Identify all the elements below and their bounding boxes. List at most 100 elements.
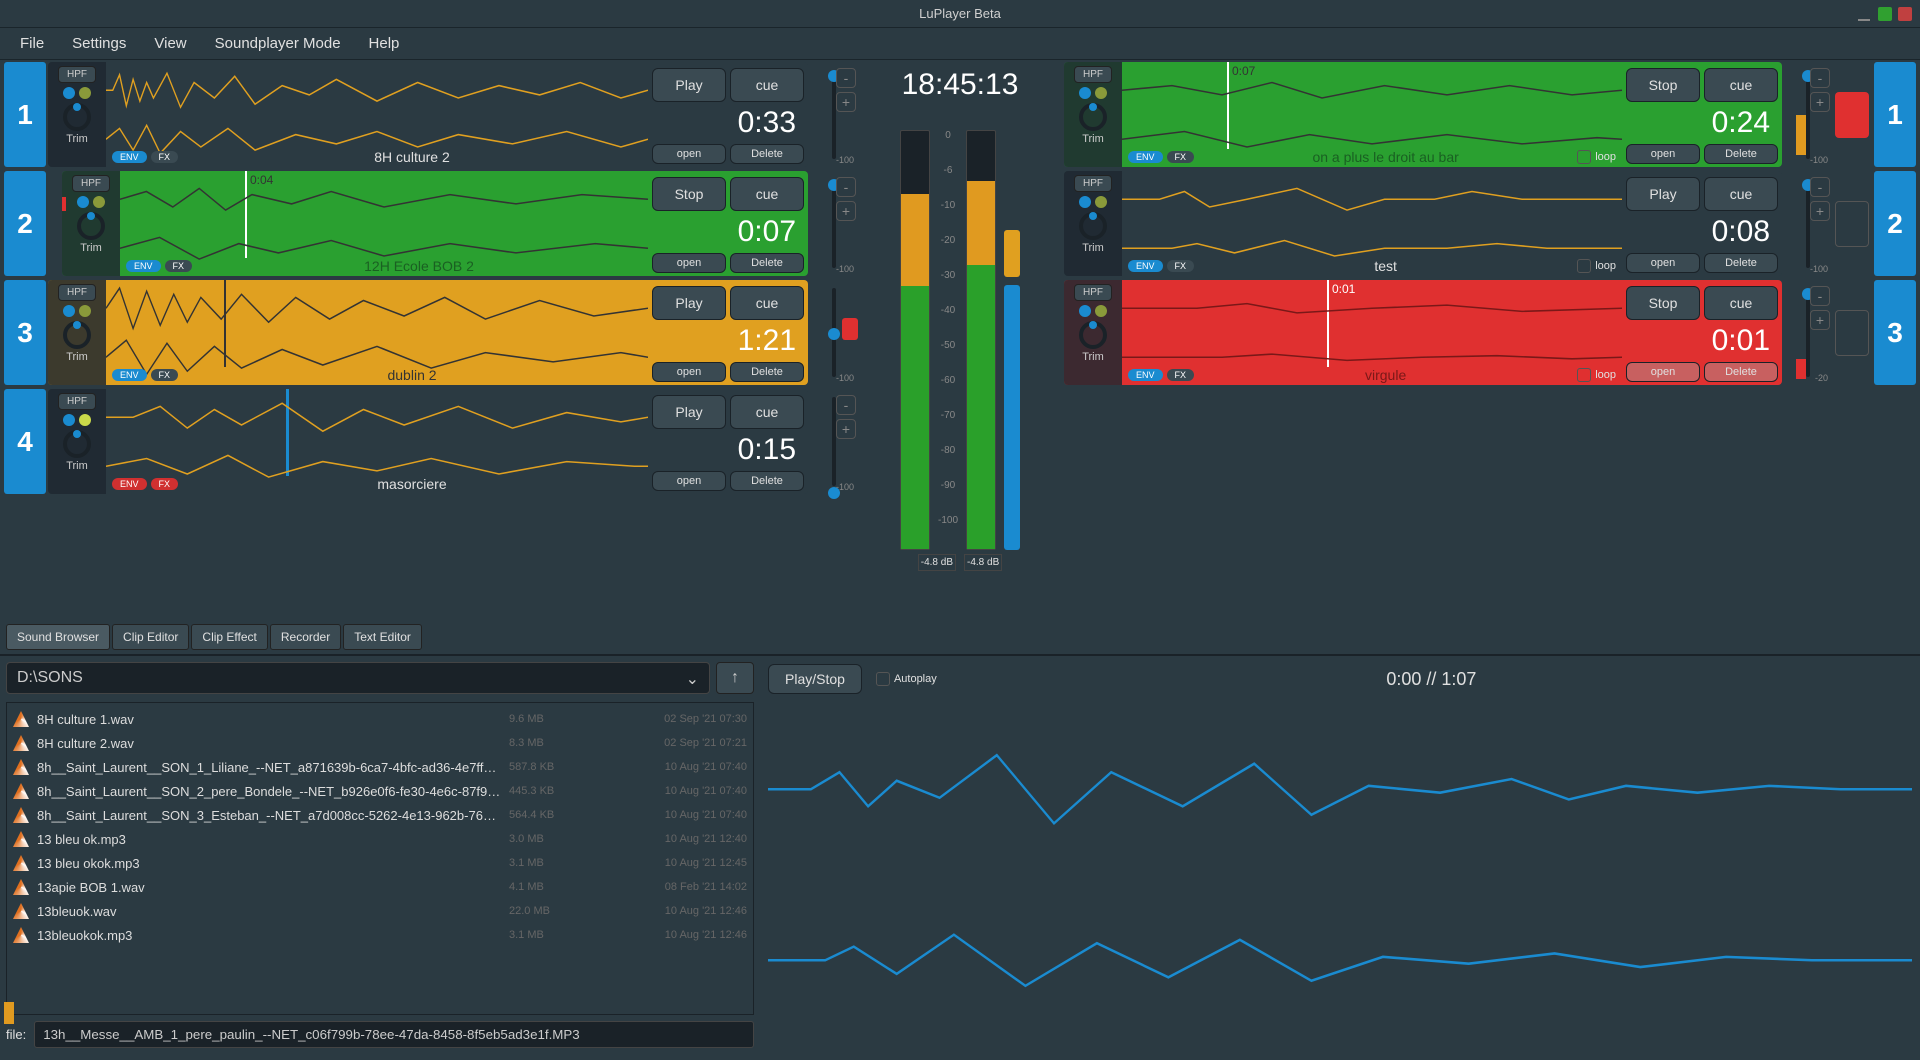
hpf-button[interactable]: HPF: [1074, 66, 1112, 83]
delete-button[interactable]: Delete: [730, 362, 804, 382]
hpf-button[interactable]: HPF: [72, 175, 110, 192]
dot-icon[interactable]: [79, 305, 91, 317]
file-list[interactable]: 8H culture 1.wav9.6 MB02 Sep '21 07:308H…: [6, 702, 754, 1015]
trim-knob[interactable]: [63, 321, 91, 349]
env-chip[interactable]: ENV: [126, 260, 161, 272]
menu-soundplayer-mode[interactable]: Soundplayer Mode: [215, 35, 341, 52]
dot-icon[interactable]: [1079, 305, 1091, 317]
open-button[interactable]: open: [1626, 253, 1700, 273]
dot-icon[interactable]: [63, 305, 75, 317]
play-stop-button[interactable]: Play/Stop: [768, 664, 862, 694]
fx-chip[interactable]: FX: [1167, 151, 1195, 163]
plus-button[interactable]: +: [836, 92, 856, 112]
dot-icon[interactable]: [79, 87, 91, 99]
player-number[interactable]: 2: [1874, 171, 1916, 276]
dot-icon[interactable]: [63, 414, 75, 426]
open-button[interactable]: open: [652, 362, 726, 382]
tab-clip-editor[interactable]: Clip Editor: [112, 624, 189, 650]
trim-knob[interactable]: [1079, 212, 1107, 240]
env-chip[interactable]: ENV: [112, 369, 147, 381]
plus-button[interactable]: +: [836, 201, 856, 221]
maximize-icon[interactable]: [1878, 7, 1892, 21]
waveform[interactable]: ENV FX dublin 2: [106, 280, 648, 385]
file-row[interactable]: 8H culture 2.wav8.3 MB02 Sep '21 07:21: [11, 731, 749, 755]
menu-view[interactable]: View: [154, 35, 186, 52]
file-row[interactable]: 8H culture 1.wav9.6 MB02 Sep '21 07:30: [11, 707, 749, 731]
menu-file[interactable]: File: [20, 35, 44, 52]
trim-knob[interactable]: [1079, 103, 1107, 131]
up-folder-button[interactable]: ↑: [716, 662, 754, 694]
volume-slider[interactable]: [832, 288, 836, 377]
waveform[interactable]: ENV FX test loop: [1122, 171, 1622, 276]
loop-toggle[interactable]: loop: [1577, 368, 1616, 382]
tab-text-editor[interactable]: Text Editor: [343, 624, 422, 650]
cue-button[interactable]: cue: [730, 177, 804, 211]
waveform[interactable]: 0:07 ENV FX on a plus le droit au bar lo…: [1122, 62, 1622, 167]
player-number[interactable]: 2: [4, 171, 46, 276]
stop-button[interactable]: Stop: [1626, 68, 1700, 102]
cue-button[interactable]: cue: [730, 286, 804, 320]
file-row[interactable]: 8h__Saint_Laurent__SON_2_pere_Bondele_--…: [11, 779, 749, 803]
minus-button[interactable]: -: [1810, 177, 1830, 197]
dot-icon[interactable]: [1095, 196, 1107, 208]
waveform[interactable]: 0:01 ENV FX virgule loop: [1122, 280, 1622, 385]
player-number[interactable]: 1: [4, 62, 46, 167]
file-row[interactable]: 13bleuokok.mp33.1 MB10 Aug '21 12:46: [11, 923, 749, 947]
play-button[interactable]: Play: [652, 286, 726, 320]
fx-chip[interactable]: FX: [165, 260, 193, 272]
stop-button[interactable]: Stop: [1626, 286, 1700, 320]
hpf-button[interactable]: HPF: [58, 393, 96, 410]
hpf-button[interactable]: HPF: [1074, 175, 1112, 192]
cue-button[interactable]: cue: [1704, 286, 1778, 320]
tab-clip-effect[interactable]: Clip Effect: [191, 624, 267, 650]
cue-button[interactable]: cue: [730, 395, 804, 429]
env-chip[interactable]: ENV: [112, 151, 147, 163]
delete-button[interactable]: Delete: [730, 253, 804, 273]
waveform[interactable]: ENV FX masorciere: [106, 389, 648, 494]
tab-sound-browser[interactable]: Sound Browser: [6, 624, 110, 650]
player-number[interactable]: 4: [4, 389, 46, 494]
autoplay-toggle[interactable]: Autoplay: [876, 672, 937, 686]
cue-button[interactable]: cue: [1704, 177, 1778, 211]
waveform[interactable]: ENV FX 8H culture 2: [106, 62, 648, 167]
env-chip[interactable]: ENV: [1128, 369, 1163, 381]
fx-chip[interactable]: FX: [1167, 260, 1195, 272]
env-chip[interactable]: ENV: [1128, 151, 1163, 163]
minus-button[interactable]: -: [836, 395, 856, 415]
env-chip[interactable]: ENV: [1128, 260, 1163, 272]
delete-button[interactable]: Delete: [1704, 144, 1778, 164]
menu-help[interactable]: Help: [369, 35, 400, 52]
delete-button[interactable]: Delete: [1704, 362, 1778, 382]
minus-button[interactable]: -: [1810, 68, 1830, 88]
fx-chip[interactable]: FX: [151, 369, 179, 381]
tab-recorder[interactable]: Recorder: [270, 624, 341, 650]
menu-settings[interactable]: Settings: [72, 35, 126, 52]
play-button[interactable]: Play: [652, 68, 726, 102]
open-button[interactable]: open: [652, 253, 726, 273]
dot-icon[interactable]: [63, 87, 75, 99]
player-number[interactable]: 3: [4, 280, 46, 385]
play-button[interactable]: Play: [652, 395, 726, 429]
minus-button[interactable]: -: [836, 177, 856, 197]
cue-button[interactable]: cue: [730, 68, 804, 102]
waveform[interactable]: 0:04 ENV FX 12H Ecole BOB 2: [120, 171, 648, 276]
file-input[interactable]: [34, 1021, 754, 1048]
open-button[interactable]: open: [1626, 362, 1700, 382]
stop-button[interactable]: Stop: [652, 177, 726, 211]
trim-knob[interactable]: [1079, 321, 1107, 349]
env-chip[interactable]: ENV: [112, 478, 147, 490]
minimize-icon[interactable]: [1858, 7, 1872, 21]
delete-button[interactable]: Delete: [730, 471, 804, 491]
plus-button[interactable]: +: [1810, 92, 1830, 112]
file-row[interactable]: 13bleuok.wav22.0 MB10 Aug '21 12:46: [11, 899, 749, 923]
open-button[interactable]: open: [652, 471, 726, 491]
hpf-button[interactable]: HPF: [58, 284, 96, 301]
plus-button[interactable]: +: [836, 419, 856, 439]
hpf-button[interactable]: HPF: [1074, 284, 1112, 301]
minus-button[interactable]: -: [836, 68, 856, 88]
file-row[interactable]: 13apie BOB 1.wav4.1 MB08 Feb '21 14:02: [11, 875, 749, 899]
fx-chip[interactable]: FX: [1167, 369, 1195, 381]
delete-button[interactable]: Delete: [730, 144, 804, 164]
loop-toggle[interactable]: loop: [1577, 150, 1616, 164]
dot-icon[interactable]: [1095, 87, 1107, 99]
